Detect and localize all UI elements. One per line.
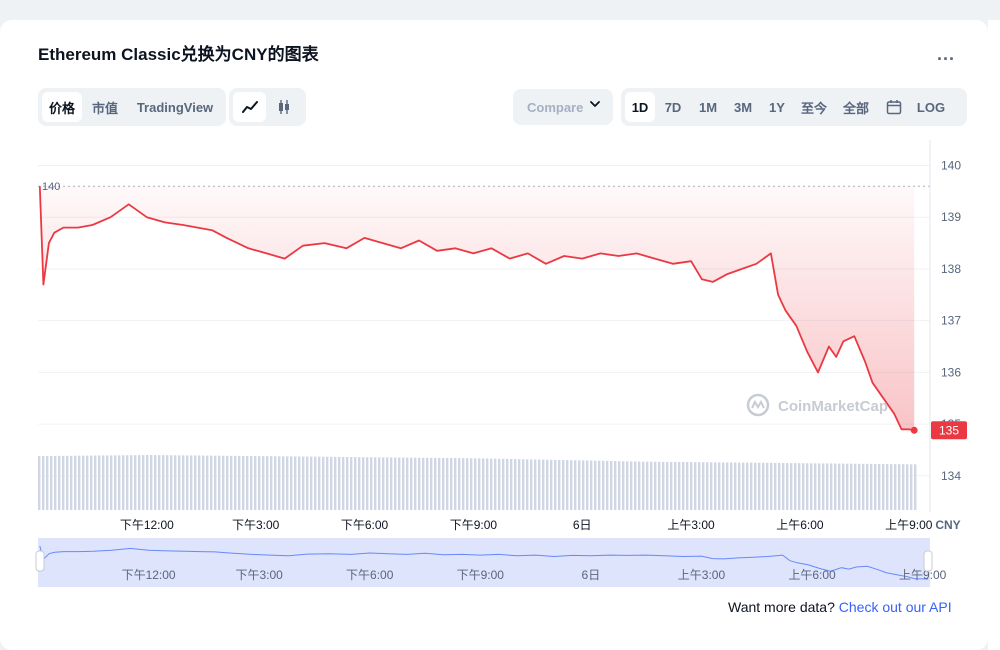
calendar-icon[interactable] <box>877 92 911 122</box>
api-promo: Want more data? Check out our API <box>728 599 952 615</box>
more-options-button[interactable]: ... <box>937 44 955 65</box>
chart-title: Ethereum Classic兑换为CNY的图表 <box>38 45 319 64</box>
tab-market-cap[interactable]: 市值 <box>82 92 128 122</box>
range-ytd[interactable]: 至今 <box>793 92 835 122</box>
chevron-down-icon <box>589 98 601 113</box>
line-chart-icon[interactable] <box>233 92 266 122</box>
api-promo-text: Want more data? <box>728 599 839 615</box>
range-1d[interactable]: 1D <box>625 92 655 122</box>
candlestick-icon[interactable] <box>266 92 302 122</box>
tab-price[interactable]: 价格 <box>42 92 82 122</box>
range-selector: 1D 7D 1M 3M 1Y 至今 全部 LOG <box>621 88 967 126</box>
range-1y[interactable]: 1Y <box>761 92 793 122</box>
range-3m[interactable]: 3M <box>725 92 761 122</box>
range-all[interactable]: 全部 <box>835 92 877 122</box>
view-tabs: 价格 市值 TradingView <box>38 88 226 126</box>
api-link[interactable]: Check out our API <box>839 599 952 615</box>
compare-dropdown[interactable]: Compare <box>513 89 613 125</box>
log-scale-button[interactable]: LOG <box>911 92 951 122</box>
range-7d[interactable]: 7D <box>655 92 691 122</box>
tab-tradingview[interactable]: TradingView <box>128 92 222 122</box>
range-1m[interactable]: 1M <box>691 92 725 122</box>
compare-label: Compare <box>527 99 584 115</box>
chart-type-toggle <box>229 88 306 126</box>
right-edge <box>988 20 1000 650</box>
page-top-strip <box>0 0 1000 20</box>
